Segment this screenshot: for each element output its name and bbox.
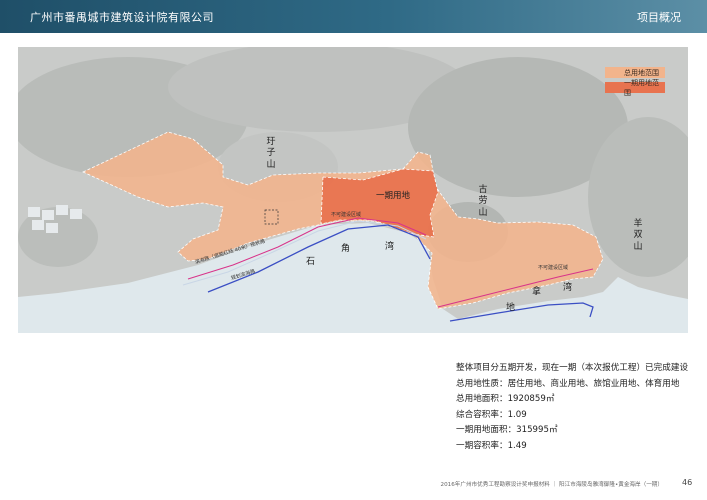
site-map: 总用地范围 一期用地范围 玗子山 古劳山 羊双山 一期用地 石 角 湾 地 拿 … — [18, 47, 688, 333]
label-bay-wan: 湾 — [385, 242, 395, 252]
company-name: 广州市番禺城市建筑设计院有限公司 — [30, 11, 214, 24]
legend-swatch-total: 总用地范围 — [605, 67, 665, 78]
map-graphic — [18, 47, 688, 333]
label-bay-na: 拿 — [532, 287, 542, 297]
info-phases: 整体项目分五期开发，现在一期（本次报优工程）已完成建设 — [456, 363, 689, 373]
info-phase-one-area: 一期用地面积：315995㎡ — [456, 425, 558, 436]
project-info: 整体项目分五期开发，现在一期（本次报优工程）已完成建设 总用地性质：居住用地、商… — [456, 361, 706, 455]
label-hill-gulao: 古劳山 — [478, 185, 488, 218]
info-land-use: 总用地性质：居住用地、商业用地、旅馆业用地、体育用地 — [456, 378, 680, 389]
legend-swatch-phase-one: 一期用地范围 — [605, 79, 665, 97]
label-bay-di: 地 — [506, 303, 516, 313]
label-no-build-2: 不可建设区域 — [538, 265, 569, 271]
label-bay-shi: 石 — [306, 257, 316, 267]
label-bay-wan2: 湾 — [563, 283, 573, 293]
page-header: 广州市番禺城市建筑设计院有限公司 项目概况 — [0, 0, 707, 33]
map-legend: 总用地范围 一期用地范围 — [605, 66, 665, 97]
info-total-area: 总用地面积：1920859㎡ — [456, 394, 555, 405]
label-hill-yangshuang: 羊双山 — [633, 219, 643, 252]
page-number: 46 — [682, 478, 693, 487]
legend-label-phase-one: 一期用地范围 — [624, 78, 659, 97]
info-phase-one-far: 一期容积率：1.49 — [456, 440, 527, 451]
label-no-build-1: 不可建设区域 — [331, 212, 362, 218]
label-hill-yuzi: 玗子山 — [266, 137, 276, 170]
section-title: 项目概况 — [637, 11, 681, 24]
info-far: 综合容积率：1.09 — [456, 409, 527, 420]
footer-caption: 2016年广州市优秀工程勘察设计奖申报材料 ｜ 阳江市海陵岛雅湾御隆•黄金海岸（… — [440, 482, 663, 488]
label-bay-jiao: 角 — [341, 244, 351, 254]
legend-item-phase-one: 一期用地范围 — [605, 79, 665, 97]
label-phase-one: 一期用地 — [376, 191, 411, 201]
legend-label-total: 总用地范围 — [624, 68, 659, 77]
